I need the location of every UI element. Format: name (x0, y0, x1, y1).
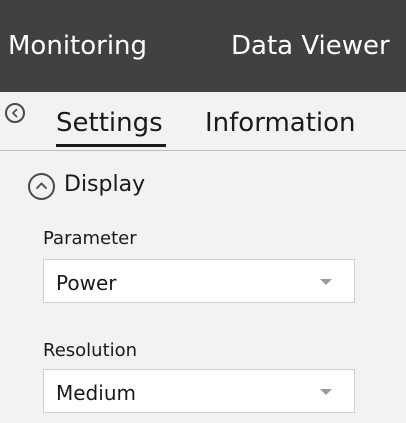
top-menu-bar: Monitoring Data Viewer (0, 0, 406, 92)
active-tab-indicator (56, 144, 166, 147)
tab-bar: Settings Information (0, 92, 406, 151)
caret-down-icon (320, 279, 332, 285)
collapse-button[interactable] (28, 173, 55, 200)
resolution-dropdown-value: Medium (56, 381, 136, 405)
tab-settings[interactable]: Settings (56, 108, 163, 138)
menu-item-monitoring[interactable]: Monitoring (8, 31, 147, 61)
parameter-label: Parameter (43, 228, 137, 249)
menu-item-data-viewer[interactable]: Data Viewer (231, 31, 390, 61)
caret-down-icon (320, 389, 332, 395)
chevron-left-icon (12, 108, 18, 118)
tab-information[interactable]: Information (205, 108, 356, 138)
parameter-dropdown-value: Power (56, 271, 117, 295)
resolution-label: Resolution (43, 340, 138, 361)
parameter-dropdown[interactable]: Power (43, 259, 355, 303)
back-button[interactable] (5, 103, 25, 123)
chevron-up-icon (36, 182, 47, 189)
resolution-dropdown[interactable]: Medium (43, 369, 355, 413)
section-title: Display (64, 172, 146, 197)
